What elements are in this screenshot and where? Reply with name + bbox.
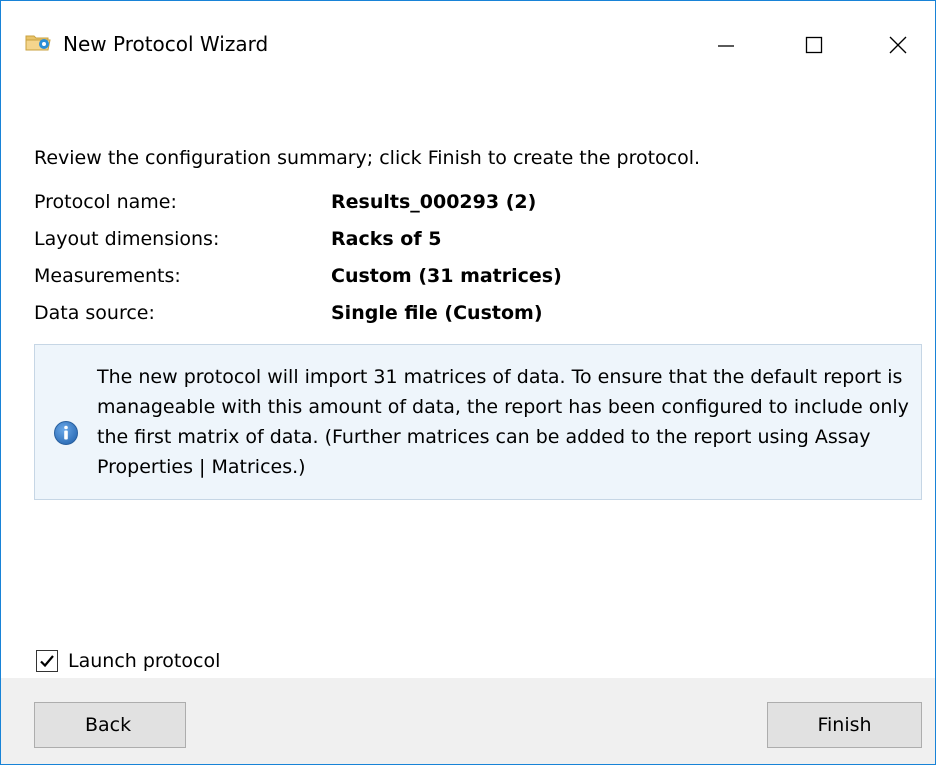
window-title: New Protocol Wizard: [63, 32, 269, 56]
intro-text: Review the configuration summary; click …: [34, 147, 701, 169]
summary-row-data-source: Data source: Single file (Custom): [34, 300, 894, 334]
info-icon: [53, 420, 79, 446]
summary-label: Protocol name:: [34, 191, 177, 213]
summary-value: Custom (31 matrices): [331, 265, 562, 287]
button-bar: Back Finish: [1, 678, 935, 764]
close-button[interactable]: [863, 17, 933, 73]
summary-label: Data source:: [34, 302, 155, 324]
close-icon: [889, 36, 907, 54]
summary-value: Racks of 5: [331, 228, 442, 250]
back-button[interactable]: Back: [34, 702, 186, 748]
info-panel: The new protocol will import 31 matrices…: [34, 344, 922, 500]
launch-protocol-option[interactable]: Launch protocol: [36, 647, 220, 675]
summary-row-protocol-name: Protocol name: Results_000293 (2): [34, 189, 894, 223]
summary-row-layout-dimensions: Layout dimensions: Racks of 5: [34, 226, 894, 260]
launch-protocol-label[interactable]: Launch protocol: [68, 648, 220, 674]
summary-label: Layout dimensions:: [34, 228, 220, 250]
info-message: The new protocol will import 31 matrices…: [97, 366, 909, 478]
summary-value: Results_000293 (2): [331, 191, 537, 213]
minimize-button[interactable]: [691, 17, 761, 73]
finish-button[interactable]: Finish: [767, 702, 922, 748]
protocol-wizard-icon: [25, 31, 51, 53]
checkmark-icon: [40, 655, 54, 668]
title-bar: New Protocol Wizard: [1, 1, 935, 89]
wizard-window: New Protocol Wizard Review the configura…: [0, 0, 936, 765]
maximize-button[interactable]: [779, 17, 849, 73]
maximize-icon: [805, 36, 823, 54]
summary-label: Measurements:: [34, 265, 181, 287]
summary-row-measurements: Measurements: Custom (31 matrices): [34, 263, 894, 297]
minimize-icon: [718, 45, 734, 47]
launch-protocol-checkbox[interactable]: [36, 650, 58, 672]
summary-value: Single file (Custom): [331, 302, 543, 324]
